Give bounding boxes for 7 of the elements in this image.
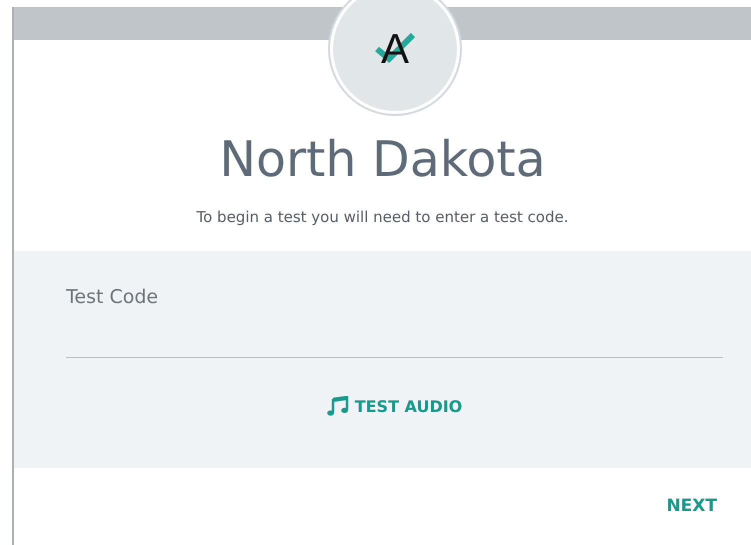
test-code-field[interactable]: Test Code	[66, 281, 723, 358]
next-button[interactable]: NEXT	[666, 496, 717, 516]
test-audio-button[interactable]: TEST AUDIO	[326, 396, 462, 416]
instruction-text: To begin a test you will need to enter a test code.	[195, 208, 570, 226]
page-title: North Dakota	[218, 132, 547, 188]
test-code-input[interactable]: Test Code	[66, 281, 723, 313]
music-note-icon	[326, 396, 349, 416]
